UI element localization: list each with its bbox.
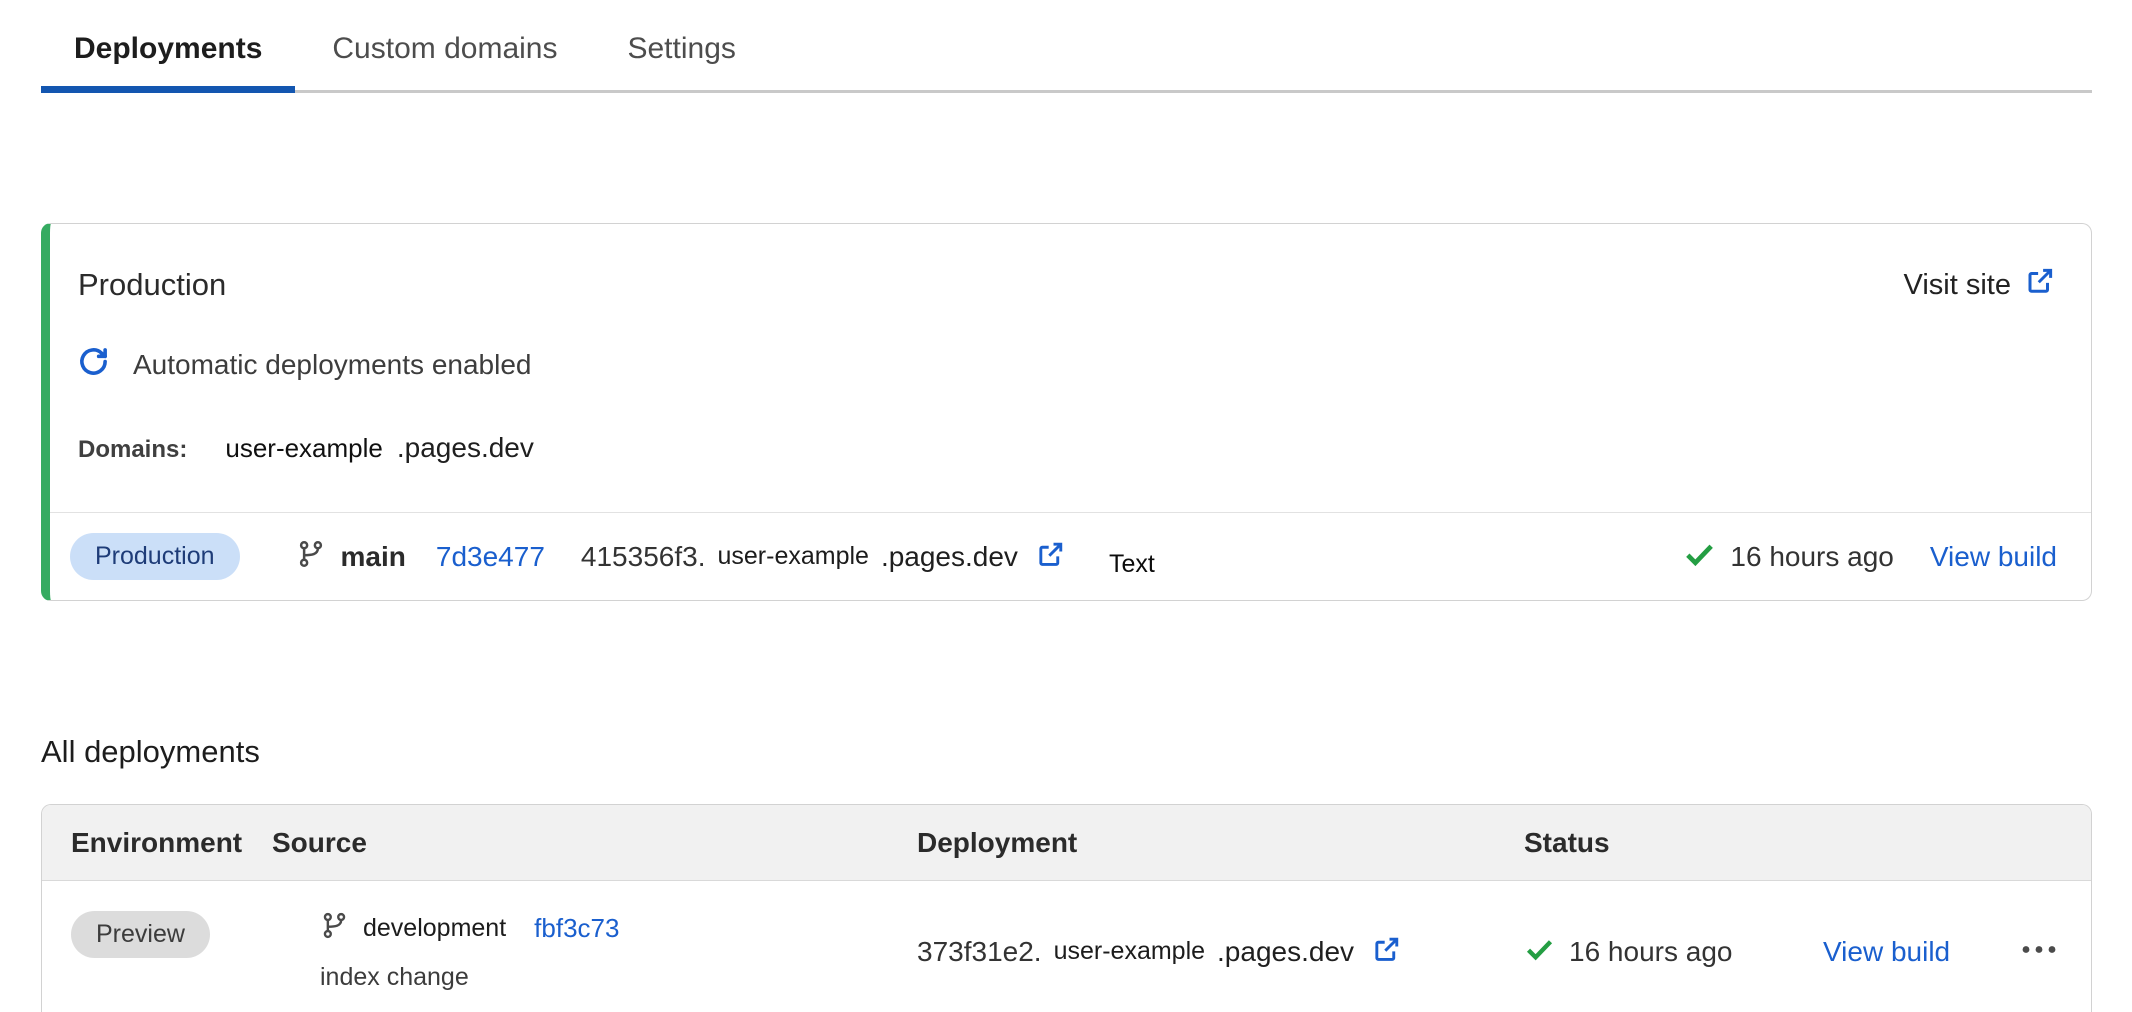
view-build-link[interactable]: View build [1930, 541, 2057, 573]
commit-link[interactable]: fbf3c73 [534, 913, 619, 944]
column-status: Status [1524, 827, 1823, 859]
view-build-link[interactable]: View build [1823, 936, 1950, 968]
environment-badge: Preview [71, 911, 210, 958]
commit-message: index change [320, 963, 469, 992]
refresh-icon [78, 346, 109, 384]
column-deployment: Deployment [917, 827, 1524, 859]
branch-name: main [341, 541, 406, 573]
deployment-id: 373f31e2. [917, 936, 1042, 968]
check-icon [1524, 934, 1555, 970]
deployment-domain: user-example [1054, 937, 1205, 966]
external-link-icon [2025, 266, 2055, 304]
tab-settings[interactable]: Settings [594, 0, 768, 90]
auto-deploy-text: Automatic deployments enabled [133, 349, 531, 381]
branch-name: development [363, 914, 506, 943]
external-link-icon[interactable] [1372, 935, 1401, 969]
deployment-domain: user-example [717, 542, 868, 571]
git-branch-icon [296, 539, 326, 574]
table-header: Environment Source Deployment Status [42, 805, 2091, 881]
deployments-table: Environment Source Deployment Status Pre… [41, 804, 2092, 1012]
visit-site-label: Visit site [1904, 269, 2011, 302]
column-source: Source [272, 827, 917, 859]
deployment-id: 415356f3. [581, 541, 706, 573]
row-actions-menu[interactable] [2020, 911, 2091, 992]
deploy-time: 16 hours ago [1730, 541, 1893, 573]
tab-custom-domains[interactable]: Custom domains [299, 0, 590, 90]
check-icon [1683, 538, 1716, 576]
production-card: Production Visit site Automatic deployme… [41, 223, 2092, 601]
domain-name: user-example [225, 433, 383, 464]
production-card-info: Production Visit site Automatic deployme… [50, 224, 2091, 512]
all-deployments-title: All deployments [41, 734, 2132, 770]
visit-site-link[interactable]: Visit site [1904, 266, 2055, 304]
environment-badge: Production [70, 533, 240, 580]
deployment-suffix: .pages.dev [1217, 936, 1354, 968]
tab-deployments[interactable]: Deployments [41, 0, 295, 93]
tab-bar: Deployments Custom domains Settings [41, 0, 2092, 93]
domains-label: Domains: [78, 436, 187, 464]
deploy-time: 16 hours ago [1569, 936, 1732, 968]
column-environment: Environment [42, 827, 272, 859]
table-row: Preview development fbf3c73 index change… [42, 881, 2091, 1012]
commit-link[interactable]: 7d3e477 [436, 541, 545, 573]
ellipsis-menu-icon [2020, 934, 2060, 970]
production-card-title: Production [78, 267, 226, 303]
production-deployment-row: Production main 7d3e477 415356f3. user-e… [50, 512, 2091, 600]
git-branch-icon [320, 911, 349, 945]
domain-suffix: .pages.dev [397, 432, 534, 464]
deployment-suffix: .pages.dev [881, 541, 1018, 573]
note-label: Text [1109, 550, 1155, 579]
external-link-icon[interactable] [1036, 540, 1065, 574]
